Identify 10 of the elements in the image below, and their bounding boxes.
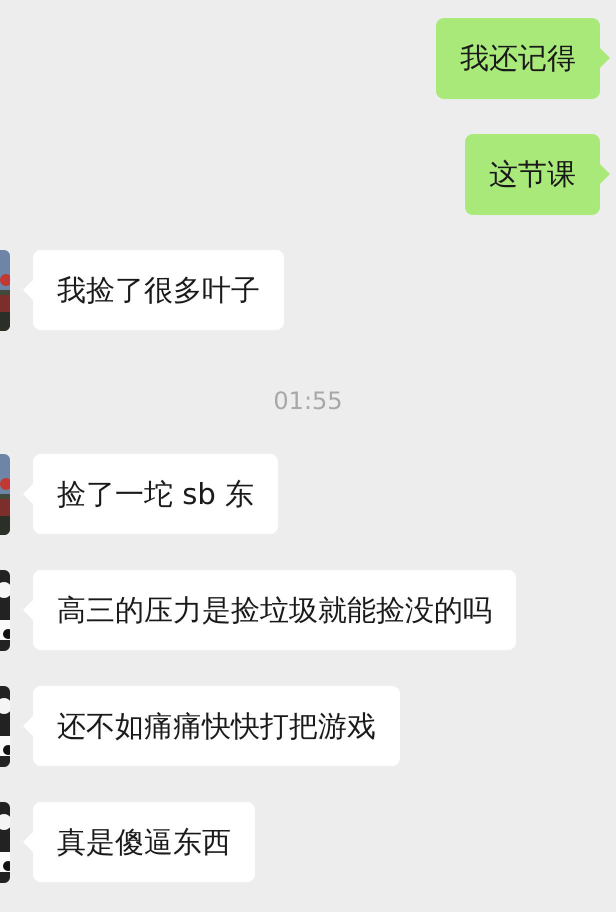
- message-bubble: 我捡了很多叶子: [33, 250, 284, 330]
- bubble-tail: [600, 48, 610, 68]
- message-bubble: 真是傻逼东西: [33, 802, 255, 882]
- message-bubble: 我还记得: [436, 18, 600, 99]
- timestamp: 01:55: [273, 386, 343, 417]
- message-bubble: 这节课: [465, 134, 600, 215]
- bubble-tail: [600, 164, 610, 184]
- message-bubble: 高三的压力是捡垃圾就能捡没的吗: [33, 570, 516, 650]
- message-bubble: 捡了一坨 sb 东: [33, 454, 278, 534]
- message-bubble: 还不如痛痛快快打把游戏: [33, 686, 400, 766]
